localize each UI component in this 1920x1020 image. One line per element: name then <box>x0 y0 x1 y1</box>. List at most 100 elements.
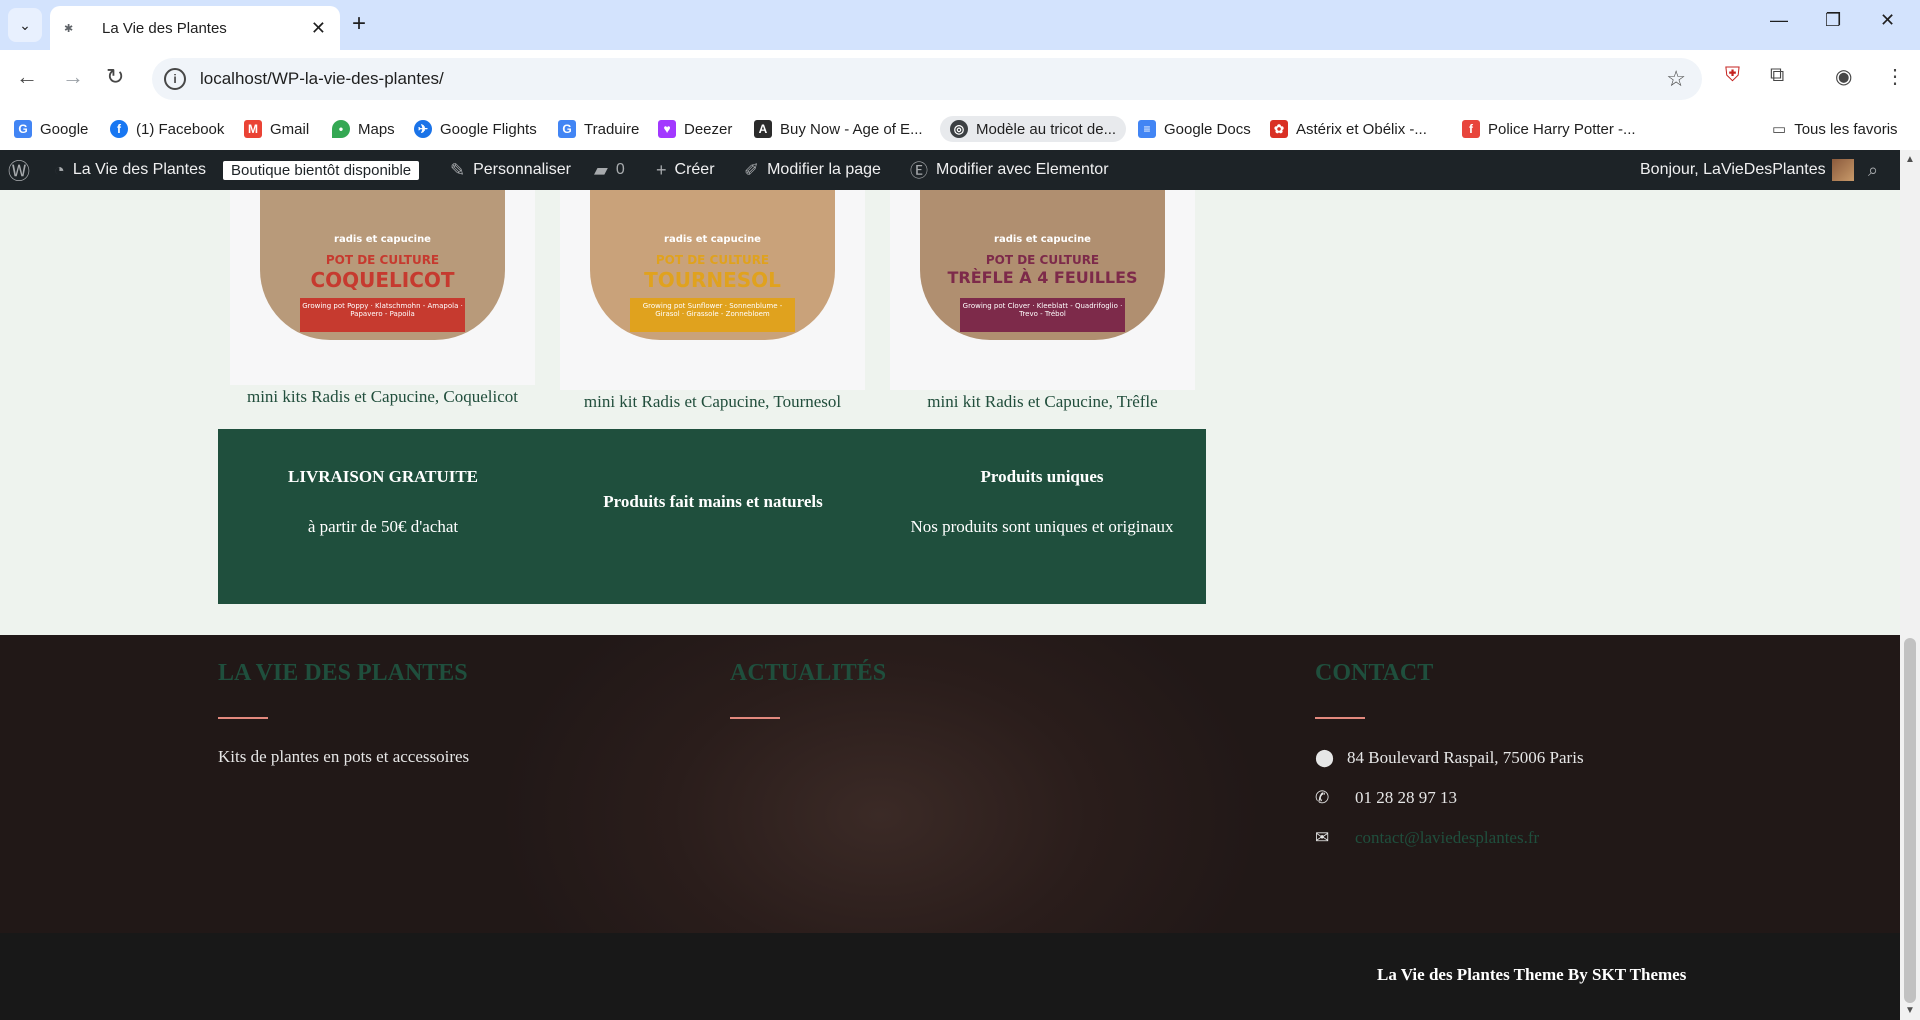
bookmark-age-of-empires[interactable]: A Buy Now - Age of E... <box>754 116 923 142</box>
footer-phone: 01 28 28 97 13 <box>1355 788 1457 807</box>
google-icon: G <box>14 120 32 138</box>
footer-divider <box>1315 717 1365 719</box>
dashboard-icon: ◔ <box>54 159 65 180</box>
profile-avatar-icon[interactable]: ◉ <box>1835 64 1852 89</box>
back-icon[interactable]: ← <box>16 64 38 90</box>
bookmark-deezer[interactable]: ♥ Deezer <box>658 116 732 142</box>
minimize-button[interactable]: — <box>1770 10 1788 31</box>
comment-icon: ▰ <box>594 159 608 180</box>
phone-icon: ✆ <box>1315 788 1330 807</box>
browser-menu-icon[interactable]: ⋮ <box>1885 64 1905 89</box>
bookmark-facebook[interactable]: f (1) Facebook <box>110 116 224 142</box>
elementor-icon: Ⓔ <box>910 161 928 181</box>
extensions-puzzle-icon[interactable]: ⧉ <box>1770 64 1784 87</box>
feature-unique: Produits uniques Nos produits sont uniqu… <box>910 467 1174 536</box>
browser-toolbar: ← → ↻ i localhost/WP-la-vie-des-plantes/… <box>0 50 1920 108</box>
asterix-icon: ✿ <box>1270 120 1288 138</box>
wp-shop-badge[interactable]: Boutique bientôt disponible <box>223 150 420 190</box>
bookmark-star-icon[interactable]: ☆ <box>1666 66 1686 92</box>
active-tab[interactable]: ✱ La Vie des Plantes ✕ <box>50 6 340 50</box>
product-image-tournesol[interactable]: radis et capucine POT DE CULTURE TOURNES… <box>560 190 865 390</box>
close-window-button[interactable]: ✕ <box>1880 10 1895 31</box>
product-image-trefle[interactable]: radis et capucine POT DE CULTURE TRÈFLE … <box>890 190 1195 390</box>
footer-about-title: LA VIE DES PLANTES <box>218 660 468 686</box>
scrollbar-thumb[interactable] <box>1904 638 1916 1003</box>
avatar <box>1831 159 1854 181</box>
footer-news-title: ACTUALITÉS <box>730 660 887 686</box>
brush-icon: ✎ <box>450 159 466 180</box>
wp-edit-page[interactable]: ✐ Modifier la page <box>744 150 881 190</box>
wp-site-name[interactable]: ◔ La Vie des Plantes <box>54 150 206 190</box>
age-of-empires-icon: A <box>754 120 772 138</box>
wp-admin-bar: Ⓦ ◔ La Vie des Plantes Boutique bientôt d… <box>0 150 1900 190</box>
page-scrollbar[interactable]: ▲ ▼ <box>1900 150 1920 1020</box>
bookmark-maps[interactable]: • Maps <box>332 116 395 142</box>
footer-divider <box>218 717 268 719</box>
all-bookmarks[interactable]: ▭ Tous les favoris <box>1772 116 1898 142</box>
site-info-icon[interactable]: i <box>164 68 186 90</box>
chevron-down-icon: ⌄ <box>19 16 31 33</box>
wp-search-icon[interactable]: ⌕ <box>1868 150 1878 190</box>
forward-icon[interactable]: → <box>62 64 84 90</box>
deezer-icon: ♥ <box>658 120 676 138</box>
plus-icon: + <box>656 159 667 180</box>
product-pot: radis et capucine POT DE CULTURE TOURNES… <box>590 190 835 340</box>
pencil-icon: ✐ <box>744 159 760 180</box>
gmail-icon: M <box>244 120 262 138</box>
translate-icon: G <box>558 120 576 138</box>
flights-icon: ✈ <box>414 120 432 138</box>
tab-strip: ⌄ ✱ La Vie des Plantes ✕ + — ❐ ✕ <box>0 0 1920 50</box>
folder-icon: ▭ <box>1772 121 1787 138</box>
bookmarks-bar: G Google f (1) Facebook M Gmail • Maps ✈ Goog… <box>0 108 1920 150</box>
wordpress-logo-icon[interactable]: Ⓦ <box>8 150 30 190</box>
bookmark-google-docs[interactable]: ≡ Google Docs <box>1138 116 1251 142</box>
loading-icon: ✱ <box>64 22 74 35</box>
scroll-down-arrow-icon[interactable]: ▼ <box>1905 1005 1915 1016</box>
wp-account[interactable]: Bonjour, LaVieDesPlantes <box>1640 150 1854 190</box>
footer-email-link[interactable]: contact@laviedesplantes.fr <box>1355 828 1539 848</box>
docs-icon: ≡ <box>1138 120 1156 138</box>
footer-address: 84 Boulevard Raspail, 75006 Paris <box>1347 748 1584 767</box>
product-caption[interactable]: mini kit Radis et Capucine, Trêfle <box>890 392 1195 412</box>
bookmark-asterix[interactable]: ✿ Astérix et Obélix -... <box>1270 116 1427 142</box>
restore-button[interactable]: ❐ <box>1825 10 1841 31</box>
envelope-icon: ✉ <box>1315 828 1330 847</box>
tab-search-button[interactable]: ⌄ <box>8 8 42 42</box>
feature-handmade: Produits fait mains et naturels <box>603 492 823 511</box>
facebook-icon: f <box>110 120 128 138</box>
bookmark-google[interactable]: G Google <box>14 116 88 142</box>
location-pin-icon: ⬤ <box>1315 748 1335 767</box>
product-caption[interactable]: mini kit Radis et Capucine, Tournesol <box>560 392 865 412</box>
knit-icon: ◎ <box>950 120 968 138</box>
tab-title: La Vie des Plantes <box>102 19 227 37</box>
product-pot: radis et capucine POT DE CULTURE TRÈFLE … <box>920 190 1165 340</box>
reload-icon[interactable]: ↻ <box>106 64 124 90</box>
product-image-coquelicot[interactable]: radis et capucine POT DE CULTURE COQUELI… <box>230 190 535 385</box>
new-tab-button[interactable]: + <box>352 10 366 38</box>
product-pot: radis et capucine POT DE CULTURE COQUELI… <box>260 190 505 340</box>
bookmark-harry-potter[interactable]: f Police Harry Potter -... <box>1462 116 1636 142</box>
footer-about-text: Kits de plantes en pots et accessoires <box>218 747 470 766</box>
features-band: LIVRAISON GRATUITE à partir de 50€ d'ach… <box>218 429 1206 604</box>
bookmark-gmail[interactable]: M Gmail <box>244 116 309 142</box>
maps-icon: • <box>332 120 350 138</box>
site-footer: LA VIE DES PLANTES Kits de plantes en po… <box>0 635 1900 933</box>
font-icon: f <box>1462 120 1480 138</box>
bookmark-tricot[interactable]: ◎ Modèle au tricot de... <box>940 116 1127 142</box>
address-bar[interactable]: i localhost/WP-la-vie-des-plantes/ ☆ <box>152 58 1702 100</box>
wp-customize[interactable]: ✎ Personnaliser <box>450 150 571 190</box>
theme-credit[interactable]: La Vie des Plantes Theme By SKT Themes <box>1377 965 1686 985</box>
extension-shield-icon[interactable]: ⛨ <box>1725 64 1740 87</box>
feature-free-delivery: LIVRAISON GRATUITE à partir de 50€ d'ach… <box>287 467 479 536</box>
wp-elementor[interactable]: Ⓔ Modifier avec Elementor <box>910 150 1109 190</box>
wp-comments[interactable]: ▰ 0 <box>594 150 625 190</box>
scroll-up-arrow-icon[interactable]: ▲ <box>1905 154 1915 165</box>
url-text: localhost/WP-la-vie-des-plantes/ <box>200 69 444 88</box>
tab-close-icon[interactable]: ✕ <box>311 18 326 39</box>
wp-new[interactable]: + Créer <box>656 150 715 190</box>
bookmark-traduire[interactable]: G Traduire <box>558 116 639 142</box>
product-caption[interactable]: mini kits Radis et Capucine, Coquelicot <box>230 387 535 407</box>
footer-contact-title: CONTACT <box>1315 660 1434 686</box>
footer-divider <box>730 717 780 719</box>
bookmark-google-flights[interactable]: ✈ Google Flights <box>414 116 537 142</box>
